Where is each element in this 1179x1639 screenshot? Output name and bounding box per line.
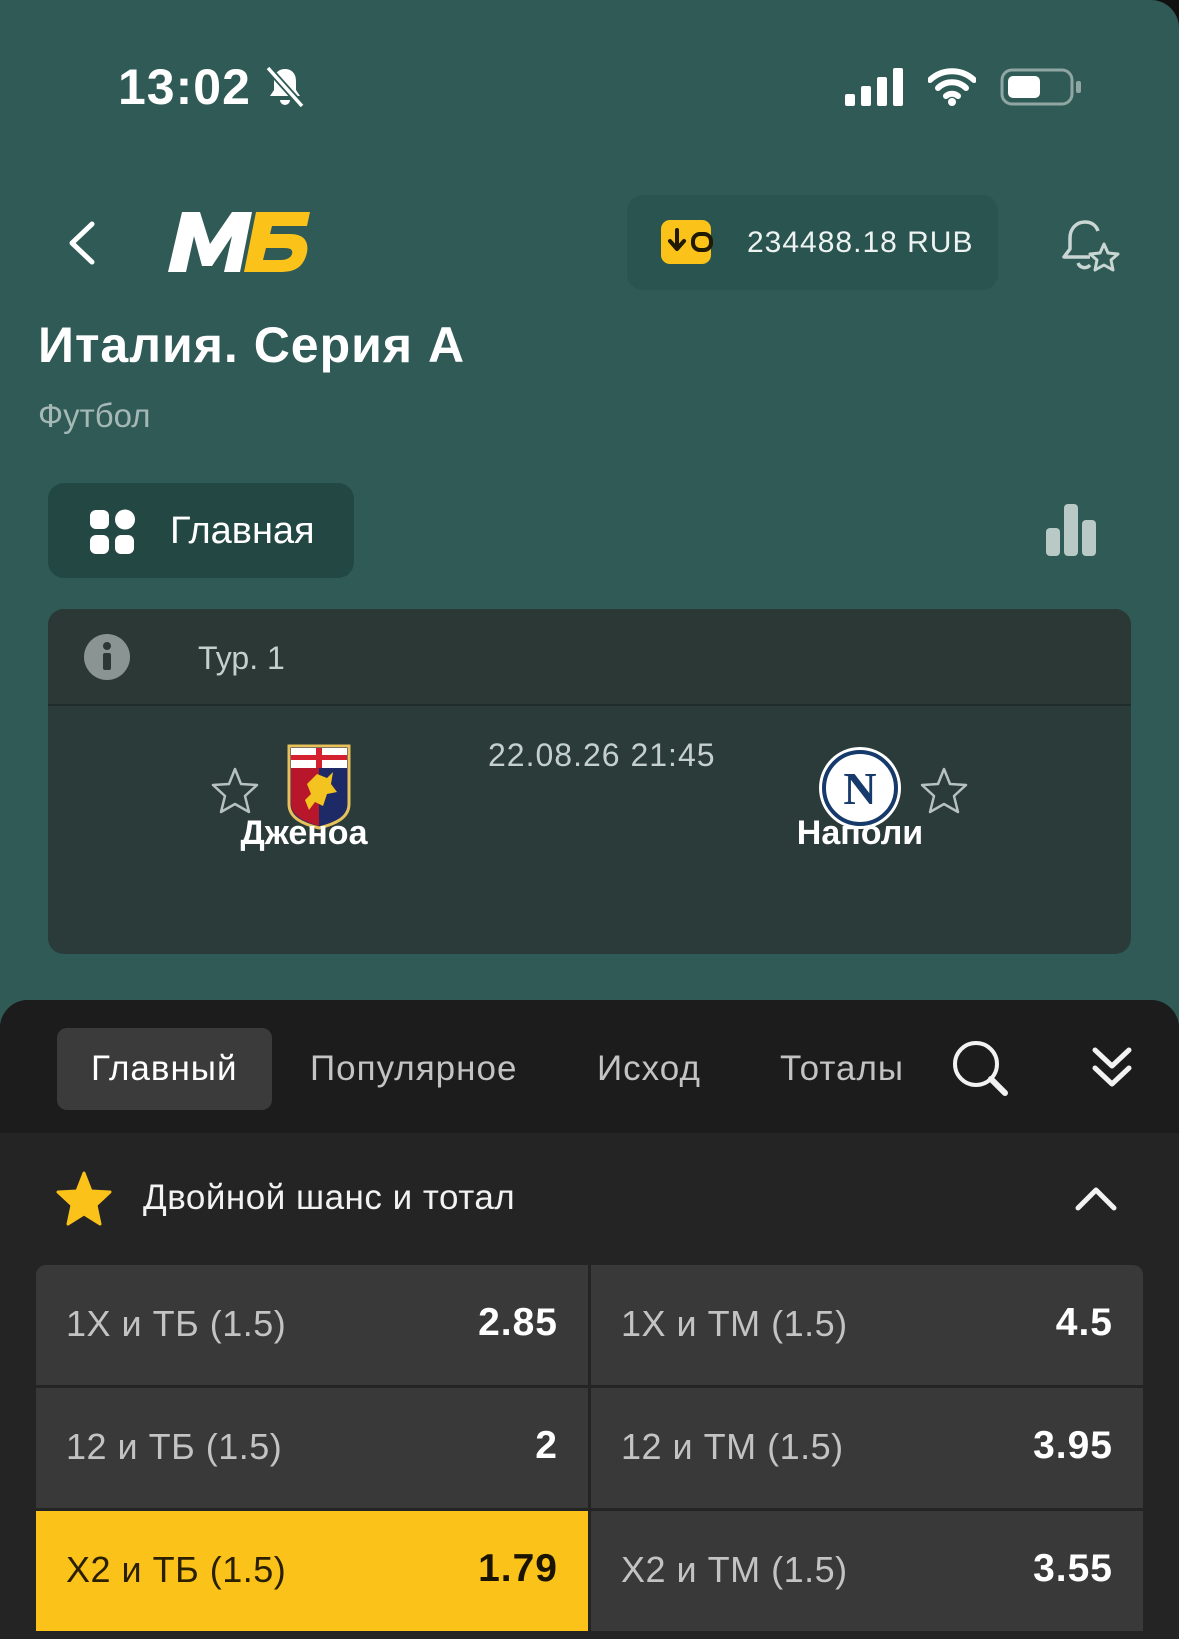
- signal-icon: [845, 68, 903, 106]
- odd-button[interactable]: 12 и ТМ (1.5) 3.95: [591, 1388, 1143, 1508]
- market-section-title: Двойной шанс и тотал: [143, 1178, 516, 1217]
- odd-button[interactable]: 1X и ТБ (1.5) 2.85: [36, 1265, 588, 1385]
- star-filled-icon[interactable]: [55, 1170, 113, 1228]
- wifi-icon: [928, 68, 976, 106]
- market-tabs: Главный Популярное Исход Тоталы: [0, 1000, 1179, 1133]
- league-title: Италия. Серия А: [38, 317, 466, 373]
- odd-label: 1X и ТМ (1.5): [621, 1303, 848, 1344]
- balance-button[interactable]: 234488.18 RUB: [627, 195, 998, 290]
- odd-button[interactable]: X2 и ТБ (1.5) 1.79: [36, 1511, 588, 1631]
- odd-label: X2 и ТМ (1.5): [621, 1549, 848, 1590]
- odd-label: 1X и ТБ (1.5): [66, 1303, 287, 1344]
- odd-value: 4.5: [1055, 1301, 1113, 1344]
- bell-star-icon[interactable]: [1058, 218, 1122, 278]
- bell-muted-icon: [265, 65, 305, 109]
- tab-main[interactable]: Главный: [57, 1028, 272, 1110]
- market-section-header[interactable]: Двойной шанс и тотал: [0, 1133, 1179, 1265]
- odd-label: 12 и ТБ (1.5): [66, 1426, 283, 1467]
- tab-popular[interactable]: Популярное: [276, 1028, 551, 1110]
- app-screen: 13:02 234488.18 RUB Италия. Серия А Футб…: [0, 0, 1179, 1639]
- match-card[interactable]: Тур. 1 22.08.26 21:45 Дженоа N Наполи: [48, 609, 1131, 954]
- info-icon[interactable]: [83, 633, 131, 681]
- main-chip[interactable]: Главная: [48, 483, 354, 578]
- markets-sheet: Главный Популярное Исход Тоталы Двойной …: [0, 1000, 1179, 1639]
- home-team-name: Дженоа: [240, 814, 368, 852]
- svg-text:N: N: [843, 763, 876, 814]
- grid-icon: [90, 509, 135, 554]
- balance-amount: 234488.18 RUB: [747, 226, 974, 259]
- sport-label: Футбол: [38, 397, 151, 434]
- odd-label: 12 и ТМ (1.5): [621, 1426, 844, 1467]
- double-chevron-down-icon[interactable]: [1087, 1042, 1137, 1092]
- tab-outcome[interactable]: Исход: [563, 1028, 735, 1110]
- round-label: Тур. 1: [198, 640, 285, 676]
- odd-button[interactable]: 1X и ТМ (1.5) 4.5: [591, 1265, 1143, 1385]
- odd-button[interactable]: 12 и ТБ (1.5) 2: [36, 1388, 588, 1508]
- match-card-header: Тур. 1: [48, 609, 1131, 706]
- star-outline-icon[interactable]: [919, 766, 969, 816]
- odd-value: 3.95: [1033, 1424, 1113, 1467]
- chevron-up-icon[interactable]: [1073, 1178, 1119, 1218]
- logo: [168, 212, 310, 272]
- odd-value: 3.55: [1033, 1547, 1113, 1590]
- stats-icon[interactable]: [1044, 502, 1098, 558]
- back-icon[interactable]: [62, 218, 102, 268]
- search-icon[interactable]: [950, 1038, 1010, 1098]
- wallet-icon: [661, 220, 713, 264]
- odd-value: 1.79: [478, 1547, 558, 1590]
- battery-icon: [1000, 68, 1081, 106]
- star-outline-icon[interactable]: [210, 766, 260, 816]
- match-datetime: 22.08.26 21:45: [488, 737, 716, 773]
- odd-value: 2.85: [478, 1301, 558, 1344]
- status-time: 13:02: [118, 59, 251, 115]
- odd-value: 2: [535, 1424, 558, 1467]
- main-chip-label: Главная: [170, 510, 315, 552]
- odd-button[interactable]: X2 и ТМ (1.5) 3.55: [591, 1511, 1143, 1631]
- tab-totals[interactable]: Тоталы: [746, 1028, 938, 1110]
- away-team-name: Наполи: [796, 814, 924, 852]
- odd-label: X2 и ТБ (1.5): [66, 1549, 287, 1590]
